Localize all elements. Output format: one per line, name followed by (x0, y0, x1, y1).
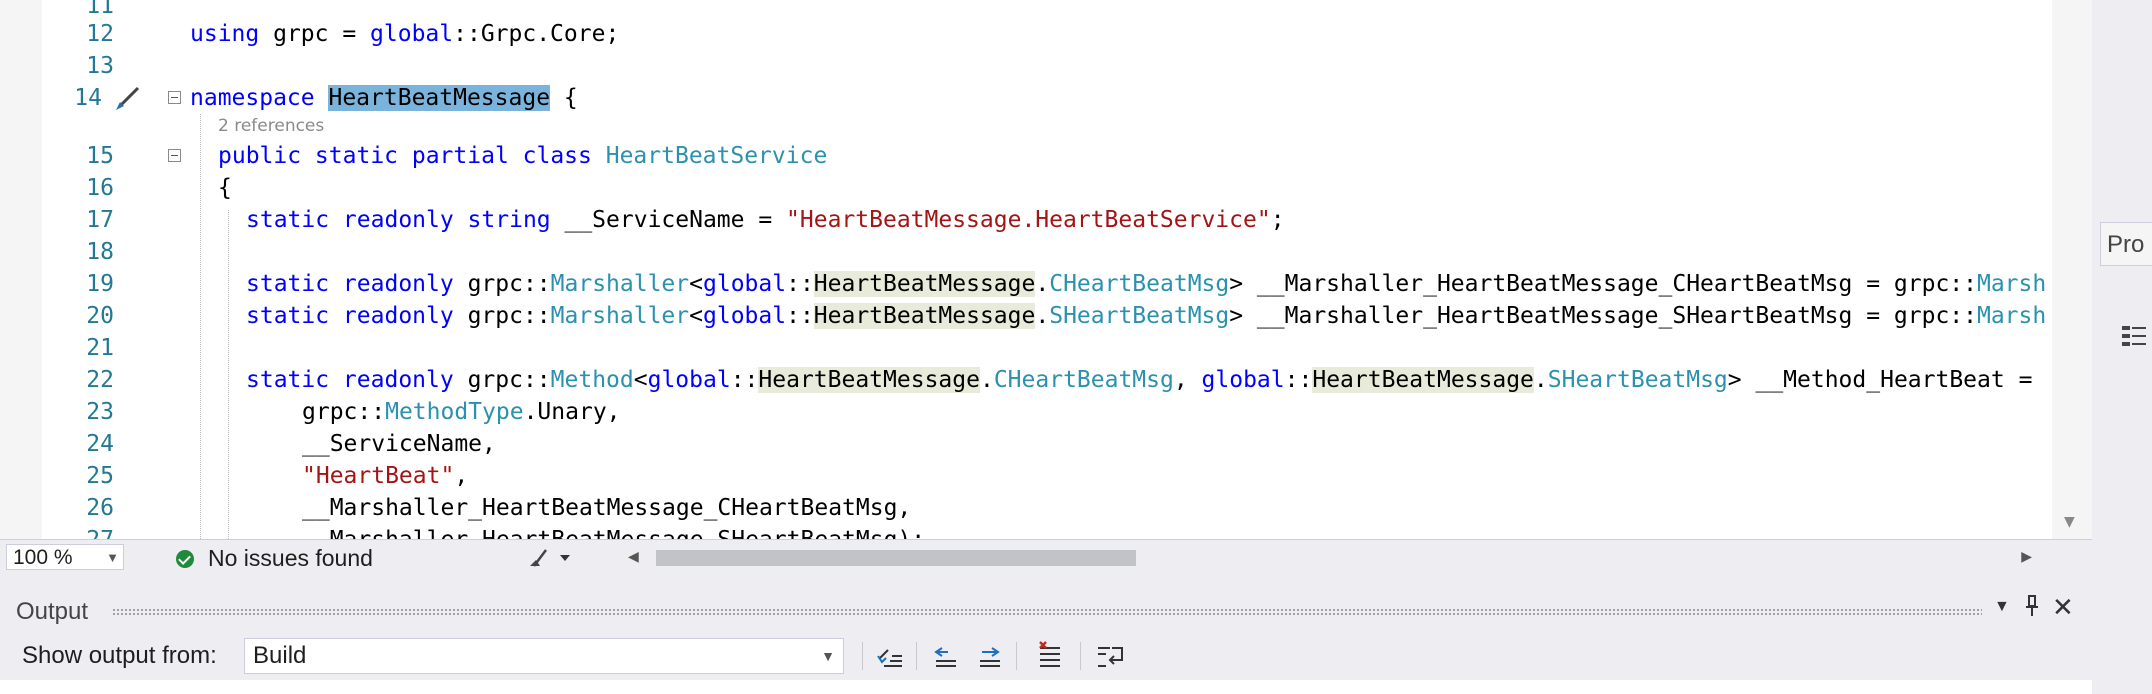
output-text-area[interactable] (0, 680, 2092, 694)
line-number: 22 (86, 367, 114, 393)
code-line-26: __Marshaller_HeartBeatMessage_CHeartBeat… (302, 495, 912, 521)
code-line-19: static readonly grpc::Marshaller<global:… (246, 271, 2047, 297)
output-panel-title: Output (16, 598, 89, 625)
editor-status-bar: 100 % ▼ No issues found ◀ ▶ (0, 539, 2092, 576)
horizontal-scrollbar[interactable]: ◀ ▶ (626, 548, 2032, 568)
panel-drag-handle[interactable] (112, 608, 1982, 616)
close-icon[interactable]: ✕ (2052, 592, 2074, 623)
codelens-references[interactable]: 2 references (218, 116, 324, 136)
chevron-down-icon: ▼ (106, 550, 119, 565)
code-editor[interactable]: 11 12 13 14 15 16 17 18 19 20 21 22 23 2… (0, 0, 2092, 539)
chevron-down-icon: ▼ (821, 648, 835, 664)
code-line-20: static readonly grpc::Marshaller<global:… (246, 303, 2047, 329)
vertical-scrollbar[interactable]: ▼ (2052, 0, 2092, 539)
code-line-23: grpc::MethodType.Unary, (302, 399, 621, 425)
properties-tab-label: Pro (2107, 231, 2145, 258)
collapse-class-button[interactable] (168, 149, 181, 162)
code-line-22: static readonly grpc::Method<global::Hea… (246, 367, 2033, 393)
collapse-namespace-button[interactable] (168, 91, 181, 104)
clear-all-icon[interactable] (1034, 640, 1068, 672)
categorized-view-icon[interactable] (2120, 322, 2148, 352)
check-circle-icon (176, 550, 194, 568)
toolbar-separator (1080, 642, 1081, 670)
editor-margin (0, 0, 42, 539)
previous-message-icon[interactable] (928, 640, 962, 672)
window-menu-chevron-icon[interactable]: ▼ (1994, 598, 2010, 616)
line-number: 27 (42, 524, 114, 539)
line-number: 15 (86, 143, 114, 169)
indent-guide (200, 114, 201, 539)
right-side-panel: Pro (2092, 0, 2152, 694)
show-output-from-label: Show output from: (22, 642, 217, 669)
line-number: 17 (86, 207, 114, 233)
line-number: 20 (86, 303, 114, 329)
code-line-15: public static partial class HeartBeatSer… (218, 143, 828, 169)
output-panel: Output ▼ ✕ Show output from: Build ▼ (0, 590, 2092, 694)
go-to-message-icon[interactable] (872, 640, 906, 672)
zoom-value: 100 % (13, 546, 73, 569)
line-number: 16 (86, 175, 114, 201)
scrollbar-thumb[interactable] (656, 550, 1136, 566)
line-number: 23 (86, 399, 114, 425)
toolbar-separator (862, 642, 863, 670)
code-line-16: { (218, 175, 232, 201)
code-line-17: static readonly string __ServiceName = "… (246, 207, 1285, 233)
zoom-dropdown[interactable]: 100 % ▼ (6, 544, 124, 570)
scroll-down-icon[interactable]: ▼ (2064, 514, 2075, 530)
next-message-icon[interactable] (972, 640, 1006, 672)
pin-icon[interactable] (2024, 594, 2040, 624)
issues-indicator[interactable]: No issues found (176, 544, 373, 572)
line-number: 12 (86, 21, 114, 47)
line-number: 25 (86, 463, 114, 489)
quick-actions-brush-icon[interactable] (112, 84, 144, 112)
toolbar-separator (916, 642, 917, 670)
output-source-select[interactable]: Build ▼ (244, 638, 844, 674)
output-source-value: Build (253, 642, 307, 669)
line-number: 26 (86, 495, 114, 521)
line-number: 18 (86, 239, 114, 265)
selected-identifier: HeartBeatMessage (328, 85, 551, 111)
properties-tab[interactable]: Pro (2100, 222, 2152, 266)
code-line-24: __ServiceName, (302, 431, 496, 457)
line-number: 24 (86, 431, 114, 457)
issues-text: No issues found (208, 545, 373, 571)
scroll-right-icon[interactable]: ▶ (2021, 548, 2032, 565)
scroll-left-icon[interactable]: ◀ (628, 548, 639, 565)
toggle-word-wrap-icon[interactable] (1094, 640, 1128, 672)
line-number: 14 (74, 85, 102, 111)
code-line-25: "HeartBeat", (302, 463, 469, 489)
line-number: 13 (86, 53, 114, 79)
code-line-27: __Marshaller_HeartBeatMessage_SHeartBeat… (302, 524, 925, 539)
code-cleanup-button[interactable] (528, 546, 576, 570)
line-number: 19 (86, 271, 114, 297)
toolbar-separator (1016, 642, 1017, 670)
code-line-12: using grpc = global::Grpc.Core; (190, 21, 620, 47)
indent-guide (228, 210, 229, 539)
line-number: 21 (86, 335, 114, 361)
code-line-14: namespace HeartBeatMessage { (190, 85, 578, 111)
